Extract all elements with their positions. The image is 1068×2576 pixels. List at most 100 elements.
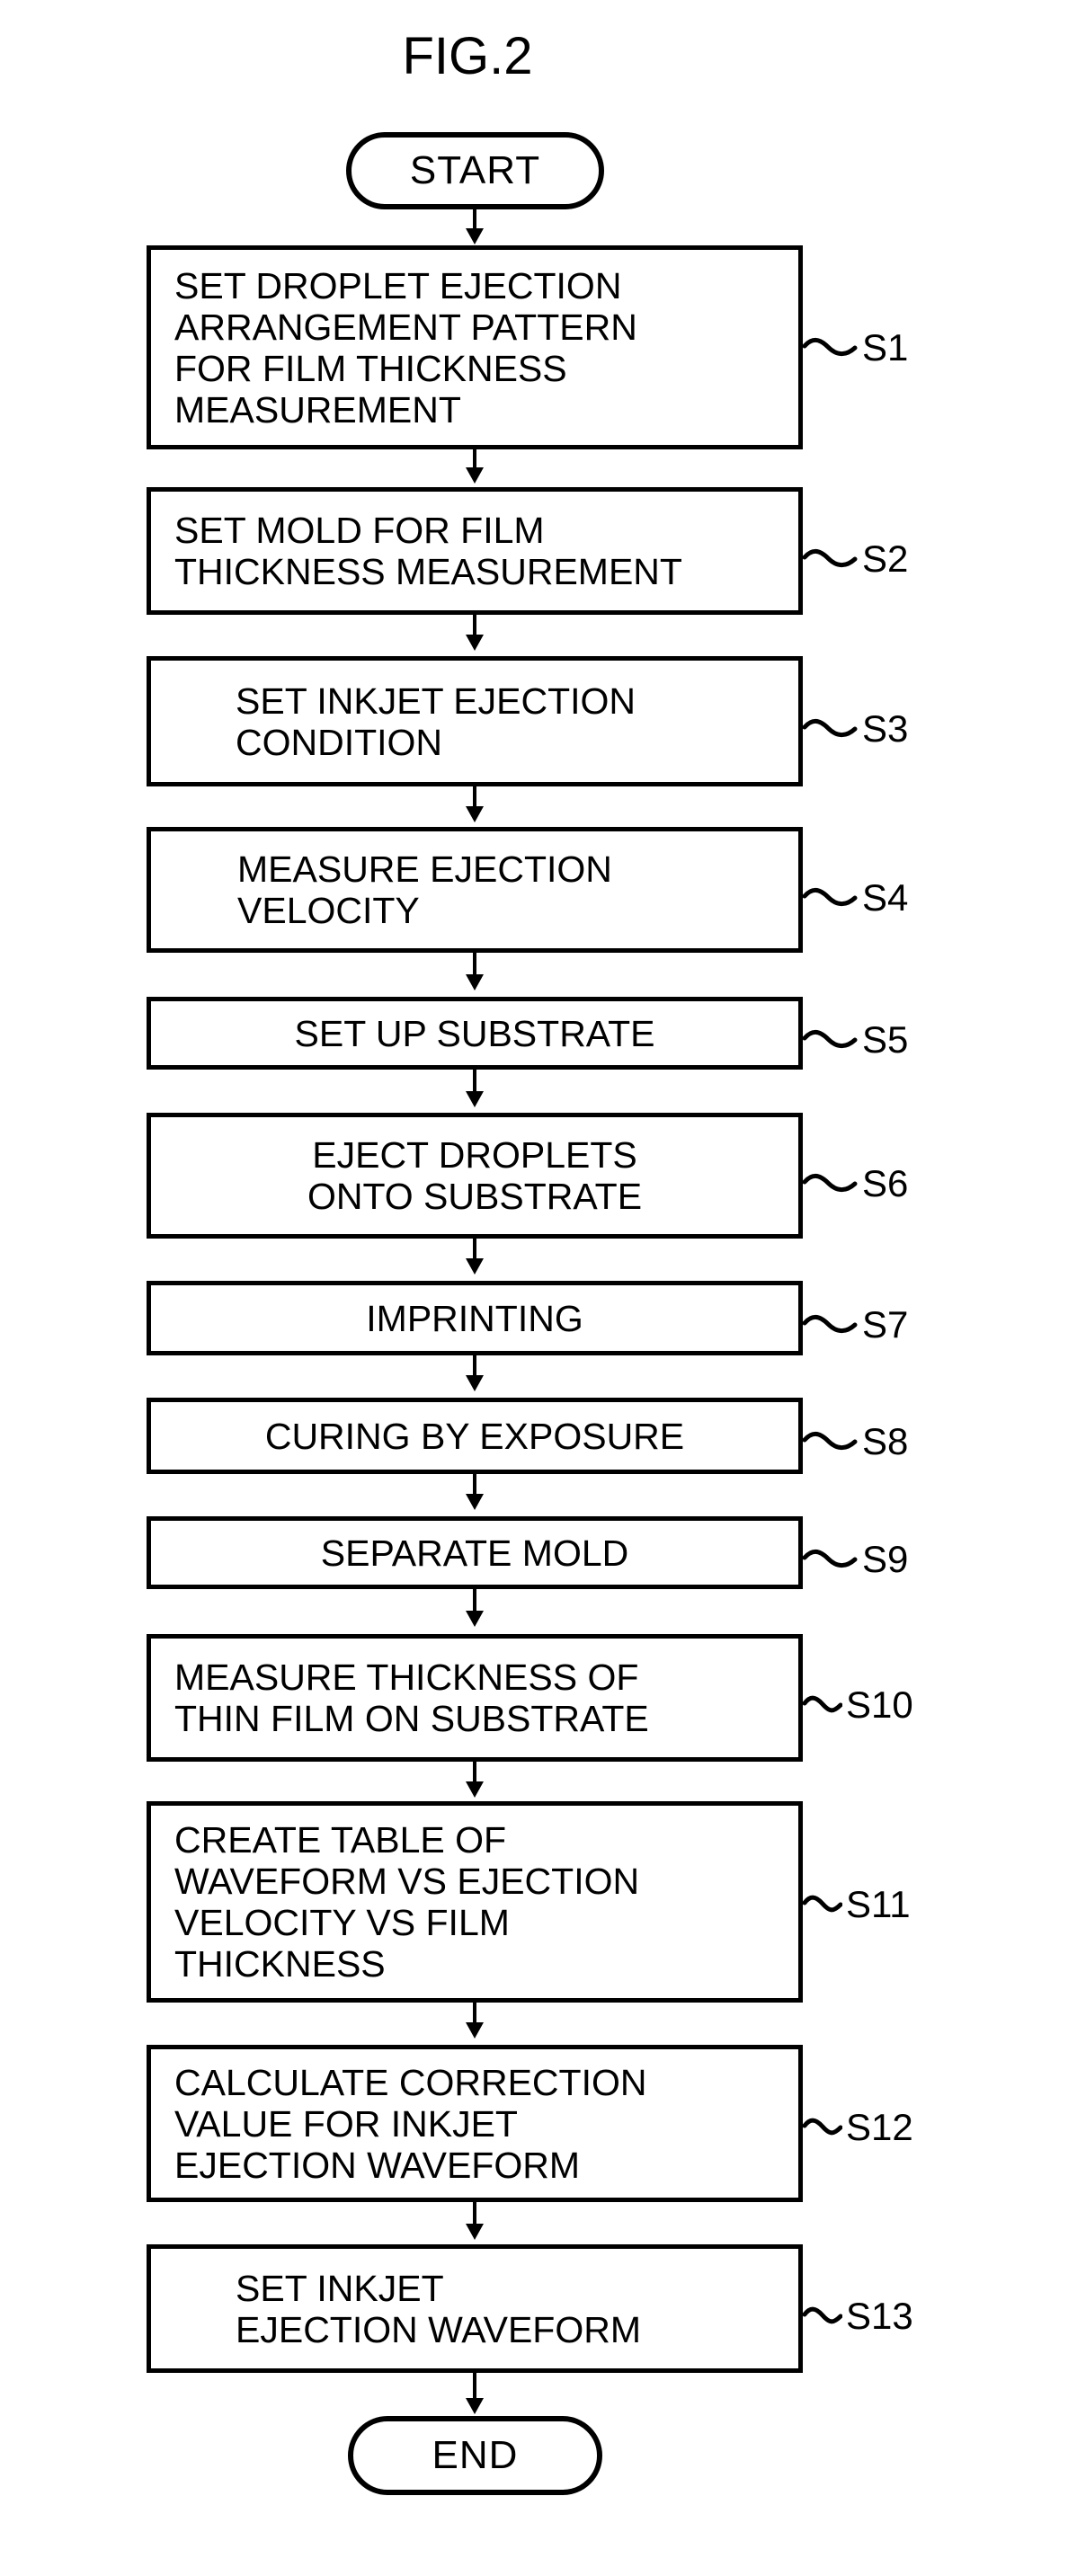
process-box-s10: MEASURE THICKNESS OF THIN FILM ON SUBSTR… [147,1634,803,1762]
figure-canvas: FIG.2 START SET DROPLET EJECTION ARRANGE… [0,0,1068,2576]
process-box-s11: CREATE TABLE OF WAVEFORM VS EJECTION VEL… [147,1801,803,2003]
terminator-start: START [346,132,604,209]
step-ref: S13 [846,2295,913,2337]
step-ref: S11 [846,1883,911,1925]
process-line: THIN FILM ON SUBSTRATE [174,1698,649,1739]
step-ref: S8 [862,1420,909,1462]
arrowhead-s13-to-end [466,2398,484,2414]
step-ref: S2 [862,537,909,580]
step-ref: S4 [862,876,909,919]
process-line: SET UP SUBSTRATE [294,1012,655,1054]
arrowhead-s12-to-s13 [466,2224,484,2240]
process-line: EJECT DROPLETS [312,1134,637,1176]
step-ref: S9 [862,1538,909,1580]
connector-s12-to-s13 [473,2202,476,2225]
process-line: FOR FILM THICKNESS [174,347,567,389]
step-label-s3: S3 [803,710,908,748]
process-box-s9: SEPARATE MOLD [147,1516,803,1589]
figure-title: FIG.2 [402,27,533,85]
process-box-s7: IMPRINTING [147,1281,803,1355]
step-label-s4: S4 [803,879,908,917]
tilde-leader-icon [803,337,858,357]
process-line: MEASURE EJECTION [237,848,612,890]
connector-s3-to-s4 [473,786,476,808]
tilde-leader-icon [803,1695,842,1713]
process-line: THICKNESS [174,1943,386,1985]
arrowhead-s3-to-s4 [466,806,484,822]
process-box-s13: SET INKJET EJECTION WAVEFORM [147,2244,803,2373]
process-line: ONTO SUBSTRATE [307,1176,643,1217]
arrowhead-s5-to-s6 [466,1091,484,1107]
connector-s11-to-s12 [473,2003,476,2024]
tilde-leader-icon [803,2118,842,2136]
step-label-s10: S10 [803,1686,913,1724]
arrowhead-s2-to-s3 [466,635,484,651]
connector-s1-to-s2 [473,449,476,467]
step-label-s13: S13 [803,2297,913,2335]
process-box-s8: CURING BY EXPOSURE [147,1398,803,1474]
tilde-leader-icon [803,718,858,738]
step-label-s11: S11 [803,1886,911,1923]
tilde-leader-icon [803,1173,858,1193]
connector-s10-to-s11 [473,1762,476,1783]
tilde-leader-icon [803,548,858,568]
connector-s4-to-s5 [473,953,476,976]
process-line: CONDITION [236,721,443,763]
terminator-end-label: END [432,2433,519,2477]
step-ref: S3 [862,707,909,750]
step-ref: S7 [862,1303,909,1346]
terminator-end: END [348,2416,602,2495]
process-line: EJECTION WAVEFORM [174,2144,580,2186]
step-label-s1: S1 [803,329,908,367]
process-box-s12: CALCULATE CORRECTION VALUE FOR INKJET EJ… [147,2045,803,2202]
process-line: MEASUREMENT [174,388,461,431]
tilde-leader-icon [803,1029,858,1049]
step-label-s5: S5 [803,1021,908,1059]
arrowhead-s4-to-s5 [466,974,484,990]
tilde-leader-icon [803,1895,842,1913]
arrowhead-s11-to-s12 [466,2022,484,2039]
arrowhead-s10-to-s11 [466,1781,484,1798]
tilde-leader-icon [803,2306,842,2324]
step-ref: S5 [862,1018,909,1061]
arrowhead-s6-to-s7 [466,1258,484,1275]
process-line: VELOCITY VS FILM [174,1902,510,1943]
process-box-s1: SET DROPLET EJECTION ARRANGEMENT PATTERN… [147,245,803,449]
arrowhead-s7-to-s8 [466,1375,484,1391]
process-box-s2: SET MOLD FOR FILM THICKNESS MEASUREMENT [147,487,803,615]
connector-s13-to-end [473,2373,476,2400]
step-label-s12: S12 [803,2109,913,2146]
process-line: CREATE TABLE OF [174,1819,507,1861]
arrowhead-start-to-s1 [466,228,484,244]
step-label-s8: S8 [803,1423,908,1461]
process-line: CALCULATE CORRECTION [174,2061,647,2103]
connector-s6-to-s7 [473,1239,476,1260]
process-box-s3: SET INKJET EJECTION CONDITION [147,656,803,786]
process-line: SET INKJET [236,2267,444,2309]
step-label-s6: S6 [803,1165,908,1203]
step-label-s9: S9 [803,1541,908,1578]
process-line: SEPARATE MOLD [320,1532,629,1574]
step-ref: S10 [846,1683,913,1726]
process-line: VELOCITY [237,890,420,931]
process-line: ARRANGEMENT PATTERN [174,306,637,348]
process-line: WAVEFORM VS EJECTION [174,1861,640,1902]
step-ref: S12 [846,2106,913,2148]
connector-s2-to-s3 [473,615,476,636]
process-line: SET INKJET EJECTION [236,680,636,722]
step-ref: S1 [862,326,909,369]
process-line: IMPRINTING [366,1297,583,1339]
terminator-start-label: START [409,148,541,192]
step-label-s7: S7 [803,1306,908,1344]
connector-s9-to-s10 [473,1589,476,1612]
arrowhead-s1-to-s2 [466,467,484,484]
process-box-s6: EJECT DROPLETS ONTO SUBSTRATE [147,1113,803,1239]
arrowhead-s9-to-s10 [466,1611,484,1627]
process-box-s5: SET UP SUBSTRATE [147,997,803,1070]
step-label-s2: S2 [803,540,908,578]
tilde-leader-icon [803,887,858,907]
process-line: SET MOLD FOR FILM [174,510,545,551]
tilde-leader-icon [803,1314,858,1334]
process-line: EJECTION WAVEFORM [236,2308,641,2350]
tilde-leader-icon [803,1431,858,1451]
